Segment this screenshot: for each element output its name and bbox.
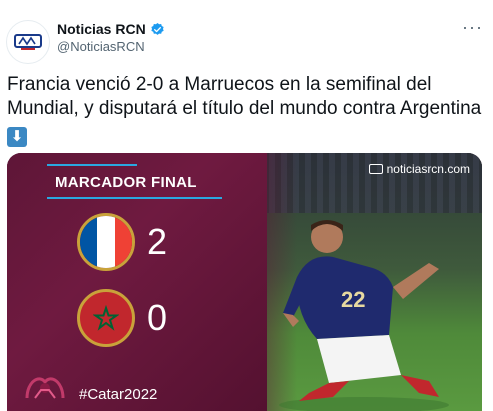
more-options-icon[interactable]: ··· (462, 18, 483, 36)
divider-line (47, 197, 222, 199)
player-illustration: 22 (279, 220, 449, 411)
tweet-text: Francia venció 2-0 a Marruecos en la sem… (7, 73, 482, 147)
avatar[interactable] (6, 20, 50, 64)
tweet-header: Noticias RCN @NoticiasRCN ··· (6, 18, 487, 64)
qatar-2022-logo-icon (25, 377, 65, 399)
account-handle[interactable]: @NoticiasRCN (57, 38, 165, 56)
jersey-number: 22 (341, 287, 365, 312)
down-arrow-emoji-icon: ⬇ (7, 127, 27, 147)
france-flag-icon (77, 213, 135, 271)
verified-badge-icon (151, 22, 164, 35)
morocco-flag-icon (77, 289, 135, 347)
hashtag: #Catar2022 (79, 386, 158, 403)
watermark-brand: noticiasrcn.com (368, 162, 470, 176)
watermark-brand-text: noticiasrcn.com (386, 162, 470, 176)
tweet-media-image[interactable]: MARCADOR FINAL 2 0 #Catar2022 noticiasrc… (7, 153, 482, 411)
scoreboard-title: MARCADOR FINAL (55, 174, 197, 191)
rcn-logo-icon (14, 34, 42, 50)
divider-line (47, 164, 137, 166)
france-score: 2 (147, 221, 168, 262)
tweet-text-body: Francia venció 2-0 a Marruecos en la sem… (7, 74, 482, 119)
display-name[interactable]: Noticias RCN (57, 20, 146, 38)
morocco-score: 0 (147, 297, 168, 338)
tweet-card[interactable]: Noticias RCN @NoticiasRCN ··· Francia ve… (0, 0, 493, 411)
rcn-logo-icon (368, 164, 383, 174)
